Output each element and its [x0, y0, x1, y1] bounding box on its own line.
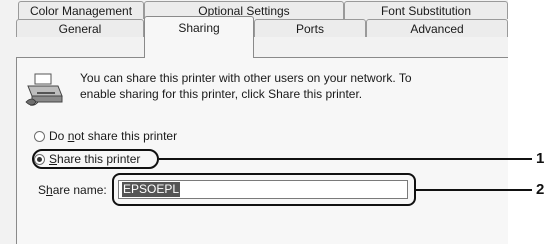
tab-sharing[interactable]: Sharing [144, 16, 254, 58]
radio-unchecked-icon[interactable] [34, 131, 45, 142]
radio-label: Do not share this printer [49, 129, 178, 143]
description-line: You can share this printer with other us… [80, 71, 412, 85]
sharing-description: You can share this printer with other us… [80, 70, 440, 102]
callout-2-leader [416, 189, 532, 191]
tab-ports[interactable]: Ports [254, 19, 366, 37]
printer-icon [25, 73, 63, 106]
tab-label: Sharing [178, 21, 220, 35]
tab-advanced[interactable]: Advanced [366, 19, 508, 37]
printer-properties-dialog: Color Management Optional Settings Font … [0, 0, 508, 244]
tab-label: Font Substitution [380, 4, 472, 18]
tab-color-management[interactable]: Color Management [18, 1, 144, 19]
tab-label: Ports [295, 22, 324, 36]
callout-1-leader [159, 158, 532, 160]
tab-label: Color Management [29, 4, 133, 18]
callout-1-highlight [32, 149, 159, 169]
callout-2-highlight [112, 173, 416, 206]
tab-label: Advanced [410, 22, 464, 36]
callout-2-number: 2 [536, 181, 545, 198]
tab-font-substitution[interactable]: Font Substitution [344, 1, 508, 19]
do-not-share-radio[interactable]: Do not share this printer [34, 128, 177, 144]
share-name-label: Share name: [38, 183, 107, 197]
callout-1-number: 1 [536, 150, 545, 167]
description-line: enable sharing for this printer, click S… [80, 87, 363, 101]
tab-general[interactable]: General [16, 19, 144, 37]
tab-label: General [58, 22, 102, 36]
